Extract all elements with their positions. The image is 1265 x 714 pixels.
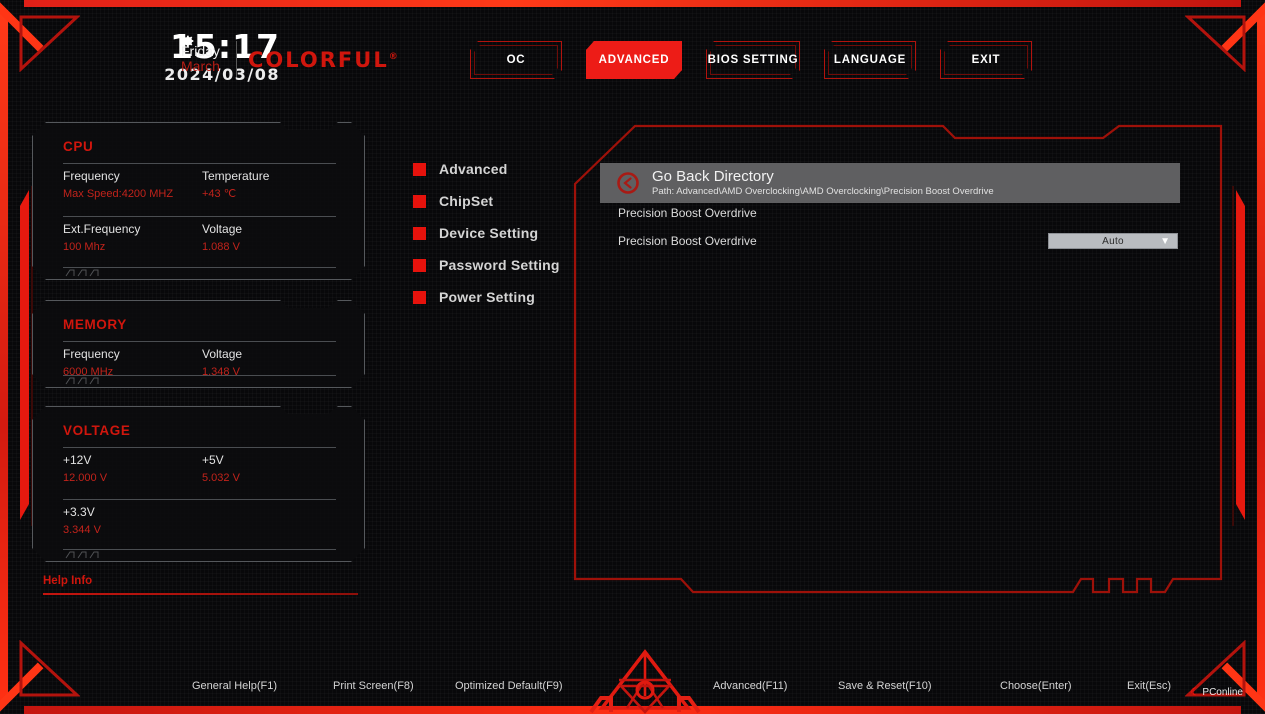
header: 15:17 2024/03/08 Friday March COLORFUL® …	[0, 8, 1265, 92]
voltage-12v-cell: +12V 12.000 V	[63, 451, 202, 487]
status-exit[interactable]: Exit(Esc)	[1127, 680, 1171, 692]
card-tick-decoration	[65, 546, 109, 555]
tab-advanced-label: ADVANCED	[598, 54, 670, 66]
pconline-watermark: ☾ PConline	[1190, 687, 1243, 698]
voltage-33v-cell: +3.3V 3.344 V	[63, 503, 202, 539]
watermark-label: PConline	[1202, 687, 1243, 698]
cpu-frequency-value: Max Speed:4200 MHZ	[63, 187, 174, 200]
cpu-frequency-label: Frequency	[63, 169, 120, 183]
voltage-12v-label: +12V	[63, 453, 92, 467]
accent-line-right	[1232, 186, 1234, 526]
memory-voltage-label: Voltage	[202, 347, 243, 361]
info-card-memory-title: MEMORY	[63, 317, 127, 332]
weekday-month: Friday March	[181, 44, 233, 73]
tab-advanced[interactable]: ADVANCED	[586, 41, 682, 79]
cpu-voltage-value: 1.088 V	[202, 240, 240, 253]
memory-voltage-value: 1.348 V	[202, 365, 240, 378]
tab-bios-setting-label: BIOS SETTING	[707, 54, 799, 66]
card-tick-decoration	[65, 264, 109, 273]
tab-oc[interactable]: OC	[470, 41, 562, 79]
chevron-down-icon: ▼	[1160, 236, 1170, 247]
menu-item-advanced-label: Advanced	[439, 161, 508, 177]
tab-exit[interactable]: EXIT	[940, 41, 1032, 79]
go-back-directory-row[interactable]: Go Back Directory Path: Advanced\AMD Ove…	[600, 163, 1180, 203]
help-info-underline	[43, 593, 358, 595]
cpu-temperature-value: +43 ℃	[202, 187, 237, 200]
bullet-square-icon	[413, 194, 426, 208]
menu-item-chipset-label: ChipSet	[439, 193, 494, 209]
cpu-ext-frequency-label: Ext.Frequency	[63, 222, 141, 236]
frame-edge-left	[0, 10, 8, 702]
cpu-temperature-cell: Temperature +43 ℃	[202, 167, 341, 203]
section-heading: Precision Boost Overdrive	[618, 206, 757, 220]
bullet-square-icon	[413, 290, 426, 304]
weekday-label: Friday	[181, 43, 220, 59]
status-general-help[interactable]: General Help(F1)	[192, 680, 277, 692]
brand-name: COLORFUL	[248, 48, 389, 72]
status-optimized-default[interactable]: Optimized Default(F9)	[455, 680, 563, 692]
watermark-mark-icon: ☾	[1190, 687, 1200, 698]
voltage-5v-value: 5.032 V	[202, 471, 240, 484]
bullet-square-icon	[413, 226, 426, 240]
tab-bios-setting[interactable]: BIOS SETTING	[706, 41, 800, 79]
voltage-33v-value: 3.344 V	[63, 523, 101, 536]
cpu-ext-frequency-value: 100 Mhz	[63, 240, 106, 253]
status-save-reset[interactable]: Save & Reset(F10)	[838, 680, 932, 692]
tab-exit-label: EXIT	[971, 54, 1001, 66]
info-card-voltage-title: VOLTAGE	[63, 423, 131, 438]
menu-item-password-setting-label: Password Setting	[439, 257, 560, 273]
colorful-emblem-icon	[585, 646, 705, 714]
help-info: Help Info	[43, 575, 358, 601]
accent-bar-right	[1236, 190, 1245, 520]
tab-language-label: LANGUAGE	[833, 54, 907, 66]
header-separator	[236, 41, 237, 77]
voltage-5v-label: +5V	[202, 453, 224, 467]
frame-edge-top	[24, 0, 1241, 7]
option-row-precision-boost-overdrive: Precision Boost Overdrive Auto ▼	[618, 233, 1178, 249]
bullet-square-icon	[413, 162, 426, 176]
go-back-directory-text: Go Back Directory Path: Advanced\AMD Ove…	[652, 167, 994, 197]
go-back-directory-title: Go Back Directory	[652, 167, 774, 185]
voltage-33v-label: +3.3V	[63, 505, 95, 519]
status-print-screen[interactable]: Print Screen(F8)	[333, 680, 414, 692]
tab-oc-label: OC	[506, 54, 526, 66]
info-card-cpu-title: CPU	[63, 139, 94, 154]
go-back-directory-path: Path: Advanced\AMD Overclocking\AMD Over…	[652, 185, 994, 197]
option-label: Precision Boost Overdrive	[618, 234, 757, 248]
card-tick-decoration	[65, 372, 109, 381]
voltage-5v-cell: +5V 5.032 V	[202, 451, 341, 487]
main-tabs: OC ADVANCED BIOS SETTING LANGUAGE EXIT	[470, 41, 1032, 79]
settings-menu: Advanced ChipSet Device Setting Password…	[413, 153, 560, 313]
status-choose[interactable]: Choose(Enter)	[1000, 680, 1072, 692]
precision-boost-overdrive-dropdown[interactable]: Auto ▼	[1048, 233, 1178, 249]
status-advanced[interactable]: Advanced(F11)	[713, 680, 787, 692]
menu-item-password-setting[interactable]: Password Setting	[413, 249, 560, 281]
menu-item-device-setting[interactable]: Device Setting	[413, 217, 560, 249]
brand-logo: COLORFUL®	[248, 48, 400, 72]
menu-item-chipset[interactable]: ChipSet	[413, 185, 560, 217]
voltage-12v-value: 12.000 V	[63, 471, 108, 484]
dropdown-value: Auto	[1102, 235, 1124, 247]
help-info-title: Help Info	[43, 575, 93, 587]
back-circle-icon	[616, 171, 640, 195]
cpu-voltage-cell: Voltage 1.088 V	[202, 220, 341, 256]
bullet-square-icon	[413, 258, 426, 272]
menu-item-advanced[interactable]: Advanced	[413, 153, 560, 185]
accent-bar-left	[20, 190, 29, 520]
cpu-ext-frequency-cell: Ext.Frequency 100 Mhz	[63, 220, 202, 256]
info-card-memory: MEMORY Frequency 6000 MHz Voltage 1.348 …	[32, 300, 365, 388]
menu-item-power-setting-label: Power Setting	[439, 289, 535, 305]
memory-frequency-label: Frequency	[63, 347, 120, 361]
menu-item-device-setting-label: Device Setting	[439, 225, 539, 241]
month-label: March	[181, 57, 220, 74]
info-card-voltage: VOLTAGE +12V 12.000 V +5V 5.032 V +3.3V …	[32, 406, 365, 562]
cpu-temperature-label: Temperature	[202, 169, 270, 183]
info-card-cpu: CPU Frequency Max Speed:4200 MHZ Tempera…	[32, 122, 365, 280]
tab-language[interactable]: LANGUAGE	[824, 41, 916, 79]
frame-edge-right	[1257, 10, 1265, 702]
cpu-voltage-label: Voltage	[202, 222, 243, 236]
cpu-frequency-cell: Frequency Max Speed:4200 MHZ	[63, 167, 202, 203]
menu-item-power-setting[interactable]: Power Setting	[413, 281, 560, 313]
brand-trademark: ®	[388, 52, 400, 62]
